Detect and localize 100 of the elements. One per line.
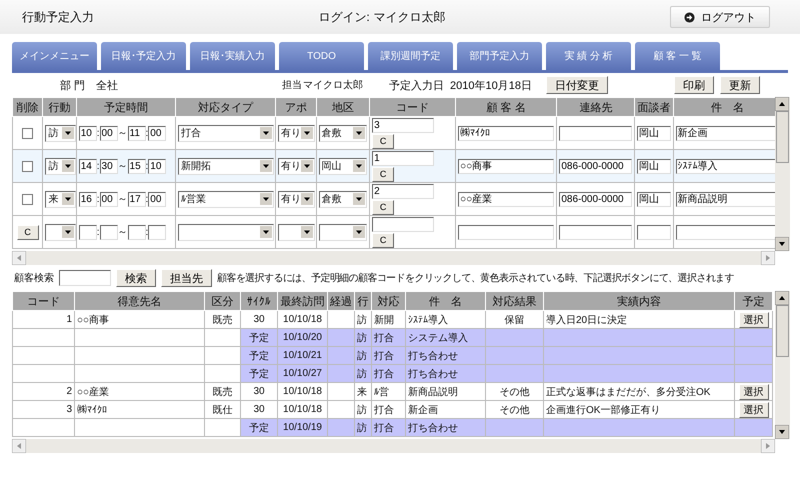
dropdown[interactable]: 岡山 xyxy=(318,158,367,174)
dropdown[interactable]: 新開拓 xyxy=(178,158,274,174)
table-cell: 既仕 xyxy=(204,400,240,418)
table-row[interactable]: 訪 14 : 30 ～ 15 : 10 新開拓 有り 岡山 1 C ○○商事 086-000-0000 岡山 ｼｽﾃﾑ導入 xyxy=(12,150,775,182)
clear-button[interactable]: C xyxy=(16,224,39,240)
customer-field[interactable]: ㈱ﾏｲｸﾛ xyxy=(458,126,554,140)
search-button[interactable]: 検索 xyxy=(116,269,156,287)
delete-checkbox[interactable] xyxy=(22,160,34,172)
dropdown[interactable]: 倉敷 xyxy=(318,124,367,142)
minute-field[interactable]: 00 xyxy=(100,126,118,140)
hour-field[interactable]: 10 xyxy=(78,126,97,140)
table-row[interactable]: 訪 10 : 00 ～ 11 : 00 打合 有り 倉敷 3 C ㈱ﾏｲｸﾛ 岡山 新企画 xyxy=(12,116,775,150)
hour-field[interactable]: 11 xyxy=(128,126,146,140)
delete-checkbox[interactable] xyxy=(22,128,34,139)
select-button[interactable]: 選択 xyxy=(738,384,768,400)
contact-field[interactable] xyxy=(559,126,632,140)
column-header: 行動 xyxy=(42,98,76,116)
code-field[interactable]: 1 xyxy=(372,150,434,166)
up-arrow-icon[interactable] xyxy=(775,291,789,305)
subject-field[interactable] xyxy=(676,224,775,240)
table-row[interactable]: 来 16 : 00 ～ 17 : 00 ﾙ営業 有り 倉敷 2 C ○○産業 086-000-0000 岡山 新商品説明 xyxy=(12,182,775,216)
clear-button[interactable]: C xyxy=(372,200,394,214)
arrow-circle-icon xyxy=(684,12,695,22)
dropdown[interactable]: ﾙ営業 xyxy=(178,190,274,208)
time-separator: : xyxy=(96,194,100,205)
table-cell xyxy=(328,382,354,400)
dropdown[interactable]: 訪 xyxy=(45,124,76,142)
minute-field[interactable]: 00 xyxy=(100,192,118,206)
staff-value: マイクロ太郎 xyxy=(303,78,363,92)
logout-button[interactable]: ログアウト xyxy=(670,6,770,28)
dropdown[interactable] xyxy=(178,224,274,240)
code-field[interactable]: 2 xyxy=(372,184,434,198)
dropdown[interactable]: 有り xyxy=(278,124,316,142)
up-arrow-icon[interactable] xyxy=(775,97,789,111)
delete-checkbox[interactable] xyxy=(22,194,34,205)
dropdown[interactable]: 来 xyxy=(45,190,76,208)
interviewer-field[interactable]: 岡山 xyxy=(637,126,672,140)
table-cell: 打合 xyxy=(372,346,406,364)
hour-field[interactable]: 16 xyxy=(78,192,97,206)
table-cell: 30 xyxy=(240,382,278,400)
print-button[interactable]: 印刷 xyxy=(674,76,714,94)
hour-field[interactable]: 15 xyxy=(128,158,146,174)
scroll-thumb[interactable] xyxy=(776,305,789,357)
time-separator: : xyxy=(96,226,100,238)
code-field[interactable] xyxy=(372,216,434,232)
caret-icon xyxy=(352,160,365,172)
caret-icon xyxy=(301,127,314,139)
hour-field[interactable]: 17 xyxy=(128,192,146,206)
subject-field[interactable]: 新企画 xyxy=(676,126,775,140)
hour-field[interactable] xyxy=(128,224,146,240)
down-arrow-icon[interactable] xyxy=(775,237,789,251)
dropdown[interactable]: 有り xyxy=(278,190,316,208)
table-row[interactable]: C : ～ : C xyxy=(12,216,775,248)
contact-field[interactable]: 086-000-0000 xyxy=(559,192,632,206)
customer-field[interactable] xyxy=(458,224,554,240)
minute-field[interactable]: 10 xyxy=(148,158,166,174)
subject-field[interactable]: 新商品説明 xyxy=(676,192,775,206)
table-cell xyxy=(12,364,74,382)
assigned-button[interactable]: 担当先 xyxy=(161,269,212,287)
clear-button[interactable]: C xyxy=(372,232,394,248)
minute-field[interactable]: 00 xyxy=(148,126,166,140)
table-cell xyxy=(486,418,544,436)
scrollbar[interactable] xyxy=(775,291,790,439)
select-button[interactable]: 選択 xyxy=(738,312,768,328)
clear-button[interactable]: C xyxy=(372,134,394,148)
minute-field[interactable] xyxy=(148,224,166,240)
interviewer-field[interactable]: 岡山 xyxy=(637,192,672,206)
table-cell: 既売 xyxy=(204,310,240,328)
customer-field[interactable]: ○○産業 xyxy=(458,192,554,206)
range-mark: ～ xyxy=(118,194,128,205)
select-button[interactable]: 選択 xyxy=(738,402,768,418)
refresh-button[interactable]: 更新 xyxy=(720,76,760,94)
change-date-button[interactable]: 日付変更 xyxy=(546,76,608,94)
clear-button[interactable]: C xyxy=(372,166,394,182)
code-field[interactable]: 3 xyxy=(372,118,434,132)
customer-field[interactable]: ○○商事 xyxy=(458,158,554,174)
minute-field[interactable] xyxy=(100,224,118,240)
dropdown[interactable] xyxy=(45,224,76,240)
hour-field[interactable] xyxy=(78,224,97,240)
dropdown[interactable]: 倉敷 xyxy=(318,190,367,208)
hour-field[interactable]: 14 xyxy=(78,158,97,174)
contact-field[interactable] xyxy=(559,224,632,240)
minute-field[interactable]: 30 xyxy=(100,158,118,174)
search-field[interactable] xyxy=(59,270,111,286)
scroll-thumb[interactable] xyxy=(776,111,789,163)
minute-field[interactable]: 00 xyxy=(148,192,166,206)
table-cell xyxy=(12,328,74,346)
dropdown[interactable]: 訪 xyxy=(45,158,76,174)
dropdown[interactable]: 打合 xyxy=(178,124,274,142)
down-arrow-icon[interactable] xyxy=(775,425,789,439)
scrollbar[interactable] xyxy=(775,97,790,251)
dropdown[interactable]: 有り xyxy=(278,158,316,174)
subject-field[interactable]: ｼｽﾃﾑ導入 xyxy=(676,158,775,174)
table-cell: 10/10/18 xyxy=(278,382,328,400)
dropdown[interactable] xyxy=(318,224,367,240)
time-separator: : xyxy=(146,160,148,172)
contact-field[interactable]: 086-000-0000 xyxy=(559,158,632,174)
interviewer-field[interactable]: 岡山 xyxy=(637,158,672,174)
interviewer-field[interactable] xyxy=(637,224,672,240)
dropdown[interactable] xyxy=(278,224,316,240)
